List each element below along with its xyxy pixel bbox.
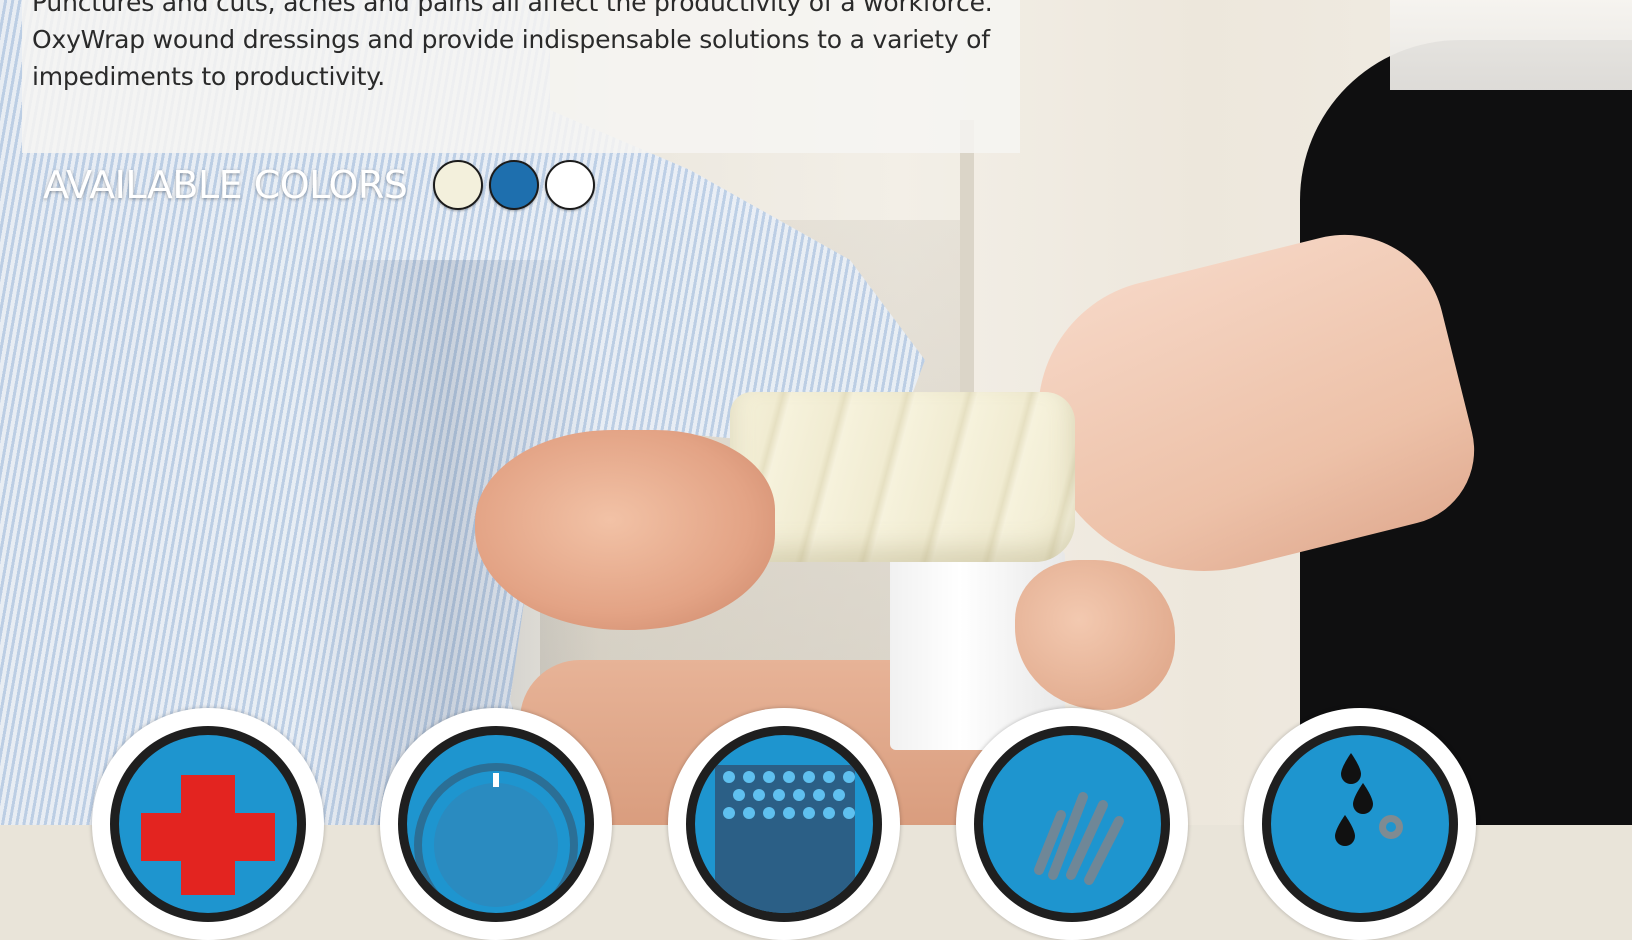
corner-fade [1390, 0, 1632, 90]
first-aid-cross-icon [141, 775, 275, 895]
color-swatch-cream[interactable] [433, 160, 484, 210]
color-swatch-white[interactable] [545, 160, 596, 210]
intro-line-1: Punctures and cuts, aches and pains all … [32, 0, 993, 17]
glove-hand-icon [1034, 792, 1124, 885]
color-swatch-blue[interactable] [489, 160, 540, 210]
feature-badge-perforated [668, 708, 900, 940]
wound-dressing-wrap [730, 392, 1075, 562]
feature-badge-gauge [380, 708, 612, 940]
left-hand [475, 430, 775, 630]
water-drops-gear-icon [1335, 753, 1403, 846]
feature-badge-first-aid [92, 708, 324, 940]
intro-text: Punctures and cuts, aches and pains all … [32, 0, 1022, 95]
available-colors-label: AVAILABLE COLORS [43, 163, 408, 207]
perforated-dots-icon [715, 765, 855, 913]
intro-line-3: impediments to productivity. [32, 62, 385, 91]
intro-line-2: OxyWrap wound dressings and provide indi… [32, 25, 990, 54]
available-colors: AVAILABLE COLORS [43, 157, 601, 213]
feature-badge-glove [956, 708, 1188, 940]
gauge-dial-icon [414, 763, 578, 913]
feature-badge-water-resistant [1244, 708, 1476, 940]
